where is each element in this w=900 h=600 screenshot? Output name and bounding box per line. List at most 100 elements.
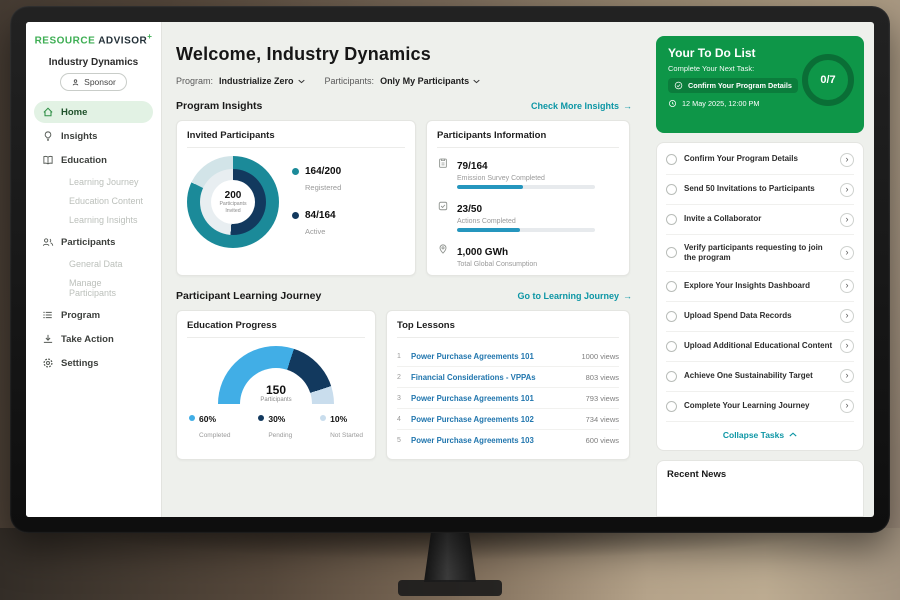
gauge-legend: 60%Completed 30%Pending 10%Not Started bbox=[187, 414, 365, 442]
nav-label: Settings bbox=[61, 358, 98, 369]
nav-label: Take Action bbox=[61, 334, 114, 345]
education-gauge: 150 Participants bbox=[218, 346, 334, 404]
check-more-insights-link[interactable]: Check More Insights → bbox=[531, 101, 632, 111]
brand-plus: + bbox=[147, 32, 152, 41]
metric-label: Total Global Consumption bbox=[457, 261, 537, 268]
lesson-link[interactable]: Power Purchase Agreements 103 bbox=[411, 436, 580, 445]
pending-dot-icon bbox=[258, 415, 264, 421]
metric-value: 23/50 bbox=[457, 204, 482, 215]
task-row[interactable]: Verify participants requesting to join t… bbox=[666, 235, 854, 272]
monitor-frame: RESOURCE ADVISOR+ Industry Dynamics Spon… bbox=[10, 6, 890, 533]
legend-item-active: 84/164 Active bbox=[292, 210, 341, 239]
task-chevron-icon[interactable]: › bbox=[840, 183, 854, 197]
next-task-label: Confirm Your Program Details bbox=[688, 81, 792, 90]
task-checkbox[interactable] bbox=[666, 247, 677, 258]
org-name: Industry Dynamics bbox=[26, 57, 161, 68]
lesson-views: 1000 views bbox=[581, 352, 619, 361]
sidebar-item-program[interactable]: Program bbox=[34, 304, 153, 326]
invited-participants-card: Invited Participants 200 Participants In… bbox=[176, 120, 416, 276]
lesson-rank: 2 bbox=[397, 374, 405, 381]
task-label: Complete Your Learning Journey bbox=[684, 401, 833, 411]
task-chevron-icon[interactable]: › bbox=[840, 246, 854, 260]
legend-label: Completed bbox=[199, 432, 230, 439]
card-title: Invited Participants bbox=[187, 130, 405, 148]
sidebar: RESOURCE ADVISOR+ Industry Dynamics Spon… bbox=[26, 22, 162, 517]
invited-donut: 200 Participants Invited bbox=[187, 156, 279, 248]
todo-summary-card: Your To Do List Complete Your Next Task:… bbox=[656, 36, 864, 133]
task-row[interactable]: Upload Additional Educational Content › bbox=[666, 332, 854, 362]
sidebar-item-learning-journey[interactable]: Learning Journey bbox=[26, 173, 153, 191]
nav-label: Learning Journey bbox=[69, 177, 139, 187]
task-chevron-icon[interactable]: › bbox=[840, 339, 854, 353]
collapse-tasks-button[interactable]: Collapse Tasks bbox=[666, 422, 854, 448]
sidebar-item-participants[interactable]: Participants bbox=[34, 231, 153, 253]
task-checkbox[interactable] bbox=[666, 281, 677, 292]
brand-secondary: ADVISOR bbox=[98, 35, 147, 46]
task-label: Upload Additional Educational Content bbox=[684, 341, 833, 351]
task-row[interactable]: Upload Spend Data Records › bbox=[666, 302, 854, 332]
sidebar-item-manage-participants[interactable]: Manage Participants bbox=[26, 274, 153, 302]
task-checkbox[interactable] bbox=[666, 184, 677, 195]
chevron-down-icon bbox=[473, 79, 480, 84]
task-row[interactable]: Complete Your Learning Journey › bbox=[666, 392, 854, 422]
task-checkbox[interactable] bbox=[666, 341, 677, 352]
metric-label: Actions Completed bbox=[457, 218, 595, 225]
task-chevron-icon[interactable]: › bbox=[840, 309, 854, 323]
task-checkbox[interactable] bbox=[666, 154, 677, 165]
program-select[interactable]: Industrialize Zero bbox=[219, 76, 305, 86]
task-checkbox[interactable] bbox=[666, 371, 677, 382]
sidebar-item-learning-insights[interactable]: Learning Insights bbox=[26, 211, 153, 229]
screen: RESOURCE ADVISOR+ Industry Dynamics Spon… bbox=[26, 22, 874, 517]
lesson-link[interactable]: Power Purchase Agreements 102 bbox=[411, 415, 580, 424]
sidebar-nav: Home Insights Education Learning Journey… bbox=[26, 101, 161, 374]
sidebar-item-settings[interactable]: Settings bbox=[34, 352, 153, 374]
sidebar-item-home[interactable]: Home bbox=[34, 101, 153, 123]
sidebar-item-education[interactable]: Education bbox=[34, 149, 153, 171]
task-chevron-icon[interactable]: › bbox=[840, 279, 854, 293]
legend-item-not-started: 10%Not Started bbox=[320, 414, 363, 442]
task-chevron-icon[interactable]: › bbox=[840, 213, 854, 227]
metric-label: Emission Survey Completed bbox=[457, 175, 595, 182]
task-row[interactable]: Achieve One Sustainability Target › bbox=[666, 362, 854, 392]
task-label: Send 50 Invitations to Participants bbox=[684, 184, 833, 194]
task-checkbox[interactable] bbox=[666, 214, 677, 225]
go-to-learning-journey-link[interactable]: Go to Learning Journey → bbox=[517, 291, 632, 301]
sidebar-item-insights[interactable]: Insights bbox=[34, 125, 153, 147]
invited-legend: 164/200 Registered 84/164 Active bbox=[292, 166, 341, 239]
task-row[interactable]: Explore Your Insights Dashboard › bbox=[666, 272, 854, 302]
task-row[interactable]: Invite a Collaborator › bbox=[666, 205, 854, 235]
participants-select-value: Only My Participants bbox=[380, 76, 469, 86]
task-label: Invite a Collaborator bbox=[684, 214, 833, 224]
lesson-link[interactable]: Financial Considerations - VPPAs bbox=[411, 373, 580, 382]
legend-item-registered: 164/200 Registered bbox=[292, 166, 341, 195]
program-insights-header: Program Insights Check More Insights → bbox=[176, 100, 632, 112]
invited-donut-center: 200 Participants Invited bbox=[211, 180, 255, 224]
registered-value: 164/200 bbox=[305, 166, 341, 177]
lesson-link[interactable]: Power Purchase Agreements 101 bbox=[411, 394, 580, 403]
task-checkbox[interactable] bbox=[666, 311, 677, 322]
sidebar-item-education-content[interactable]: Education Content bbox=[26, 192, 153, 210]
invited-total-label: Participants Invited bbox=[216, 201, 250, 214]
recent-news-title: Recent News bbox=[667, 469, 853, 480]
lesson-rank: 4 bbox=[397, 416, 405, 423]
nav-label: Manage Participants bbox=[69, 278, 116, 298]
task-row[interactable]: Confirm Your Program Details › bbox=[666, 145, 854, 175]
lesson-link[interactable]: Power Purchase Agreements 101 bbox=[411, 352, 575, 361]
task-chevron-icon[interactable]: › bbox=[840, 399, 854, 413]
legend-pct: 10% bbox=[330, 414, 363, 424]
sponsor-badge[interactable]: Sponsor bbox=[60, 73, 127, 91]
task-chevron-icon[interactable]: › bbox=[840, 153, 854, 167]
task-row[interactable]: Send 50 Invitations to Participants › bbox=[666, 175, 854, 205]
metric-value: 79/164 bbox=[457, 161, 488, 172]
participants-select[interactable]: Only My Participants bbox=[380, 76, 480, 86]
lesson-views: 734 views bbox=[586, 415, 619, 424]
todo-next-task[interactable]: Confirm Your Program Details bbox=[668, 78, 798, 93]
sidebar-item-take-action[interactable]: Take Action bbox=[34, 328, 153, 350]
task-checkbox[interactable] bbox=[666, 401, 677, 412]
task-chevron-icon[interactable]: › bbox=[840, 369, 854, 383]
todo-progress-value: 0/7 bbox=[820, 74, 835, 86]
sidebar-item-general-data[interactable]: General Data bbox=[26, 255, 153, 273]
lesson-views: 803 views bbox=[586, 373, 619, 382]
task-label: Verify participants requesting to join t… bbox=[684, 243, 833, 264]
invited-donut-inner: 200 Participants Invited bbox=[200, 169, 266, 235]
